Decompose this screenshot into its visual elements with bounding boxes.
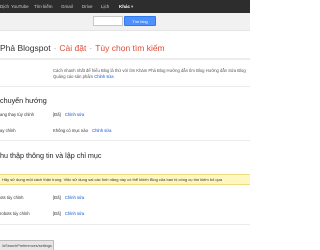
gbar-item-calendar[interactable]: Lịch	[101, 0, 109, 13]
gbar-item-more[interactable]: Khác ▾	[119, 0, 133, 13]
edit-link[interactable]: Chỉnh sửa	[65, 195, 84, 200]
breadcrumb-separator: ·	[89, 43, 93, 53]
search-input[interactable]	[93, 16, 123, 26]
browser-status-bar: /#SearchPreferences/settings	[0, 240, 54, 250]
gbar-item-gmail[interactable]: Gmail	[61, 0, 73, 13]
section-title-crawlers: hu thập thông tin và lập chỉ mục	[0, 151, 102, 160]
page-title: Phả Blogspot · Cài đặt · Tùy chọn tìm ki…	[0, 42, 165, 54]
blog-name[interactable]: Phả Blogspot	[0, 43, 51, 53]
chevron-down-icon: ▾	[131, 3, 134, 9]
description-text: Cách nhanh nhất để hiểu Blog là thử với …	[53, 68, 246, 79]
breadcrumb-settings[interactable]: Cài đặt	[59, 43, 86, 53]
section-title-redirects: chuyển hướng	[0, 96, 47, 105]
header-bar: Tìm blog	[0, 13, 250, 31]
google-bar: Dịch YouTube Tìm kiếm Gmail Drive Lịch K…	[0, 0, 250, 13]
crawler-row-value: [Đã] Chỉnh sửa	[53, 211, 85, 216]
redirect-row-label: ang thay tùy chỉnh	[0, 112, 34, 117]
edit-link[interactable]: Chỉnh sửa	[92, 128, 111, 133]
edit-link[interactable]: Chỉnh sửa	[65, 211, 84, 216]
redirect-row-value: Không có mục nào Chỉnh sửa	[53, 128, 112, 133]
redirect-row-label: ay chỉnh	[0, 128, 16, 133]
crawler-row-label: ots tùy chỉnh	[0, 195, 24, 200]
gbar-item-translate[interactable]: Dịch	[0, 0, 9, 13]
edit-link[interactable]: Chỉnh sửa	[65, 112, 84, 117]
warning-banner: Hãy sử dụng một cách thận trọng. Việc sử…	[0, 174, 250, 185]
divider	[0, 86, 250, 87]
redirect-row-value: [Đã] Chỉnh sửa	[53, 112, 85, 117]
divider	[0, 140, 250, 141]
breadcrumb-search-preferences: Tùy chọn tìm kiếm	[95, 43, 165, 53]
divider	[0, 224, 250, 225]
search-blog-button[interactable]: Tìm blog	[124, 16, 156, 26]
crawler-row-label: robots tùy chỉnh	[0, 211, 30, 216]
gbar-item-youtube[interactable]: YouTube	[11, 0, 29, 13]
divider	[0, 58, 250, 60]
gbar-item-search[interactable]: Tìm kiếm	[34, 0, 53, 13]
crawler-row-value: [Đã] Chỉnh sửa	[53, 195, 85, 200]
breadcrumb-separator: ·	[53, 43, 57, 53]
description-edit-link[interactable]: Chỉnh sửa	[94, 74, 113, 79]
gbar-item-drive[interactable]: Drive	[82, 0, 93, 13]
